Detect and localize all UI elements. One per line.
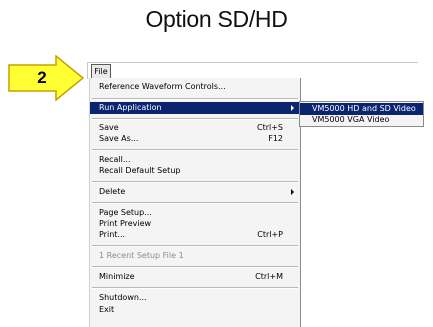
menu-separator — [92, 181, 298, 183]
menu-item-save-as[interactable]: Save As... F12 — [90, 133, 301, 145]
page-title: Option SD/HD — [145, 6, 288, 32]
menu-item-label: Print... — [99, 230, 126, 239]
menu-item-run-application[interactable]: Run Application — [90, 102, 301, 114]
run-application-submenu: VM5000 HD and SD Video VM5000 VGA Video — [299, 101, 424, 127]
submenu-item-vga-video[interactable]: VM5000 VGA Video — [300, 114, 423, 126]
menu-separator — [92, 266, 298, 268]
menu-item-shortcut: Ctrl+M — [255, 272, 283, 281]
menu-separator — [92, 149, 298, 151]
menu-item-label: Shutdown... — [99, 293, 147, 302]
menu-item-label: Run Application — [99, 103, 162, 112]
menu-item-recall-default-setup[interactable]: Recall Default Setup — [90, 165, 301, 177]
menu-item-label: Exit — [99, 305, 115, 314]
menu-item-label: Minimize — [99, 272, 135, 281]
file-menu-dropdown: Reference Waveform Controls... Run Appli… — [89, 78, 301, 327]
file-menu-button[interactable]: File — [91, 64, 111, 79]
menu-item-shutdown[interactable]: Shutdown... — [90, 292, 301, 304]
menu-separator — [92, 287, 298, 289]
menu-separator — [92, 118, 298, 120]
menu-item-exit[interactable]: Exit — [90, 304, 301, 316]
step-callout-arrow: 2 — [8, 55, 84, 101]
menu-item-label: Save As... — [99, 134, 139, 143]
menu-separator — [92, 98, 298, 100]
menu-bar: File — [87, 62, 418, 79]
menu-item-shortcut: Ctrl+P — [257, 230, 283, 239]
submenu-arrow-icon — [291, 105, 294, 111]
menu-separator — [92, 245, 298, 247]
menu-item-recent-setup-file: 1 Recent Setup File 1 — [90, 250, 301, 262]
submenu-item-label: VM5000 VGA Video — [312, 115, 390, 124]
step-number: 2 — [37, 68, 47, 87]
menu-item-label: Reference Waveform Controls... — [99, 82, 226, 91]
menu-item-print[interactable]: Print... Ctrl+P — [90, 229, 301, 241]
submenu-arrow-icon — [291, 189, 294, 195]
menu-item-minimize[interactable]: Minimize Ctrl+M — [90, 271, 301, 283]
menu-item-label: Recall Default Setup — [99, 166, 181, 175]
menu-separator — [92, 202, 298, 204]
menu-item-shortcut: F12 — [268, 134, 283, 143]
menu-item-reference-waveform-controls[interactable]: Reference Waveform Controls... — [90, 81, 301, 93]
menu-item-label: Delete — [99, 187, 126, 196]
menu-item-label: 1 Recent Setup File 1 — [99, 251, 184, 260]
menu-item-delete[interactable]: Delete — [90, 186, 301, 198]
